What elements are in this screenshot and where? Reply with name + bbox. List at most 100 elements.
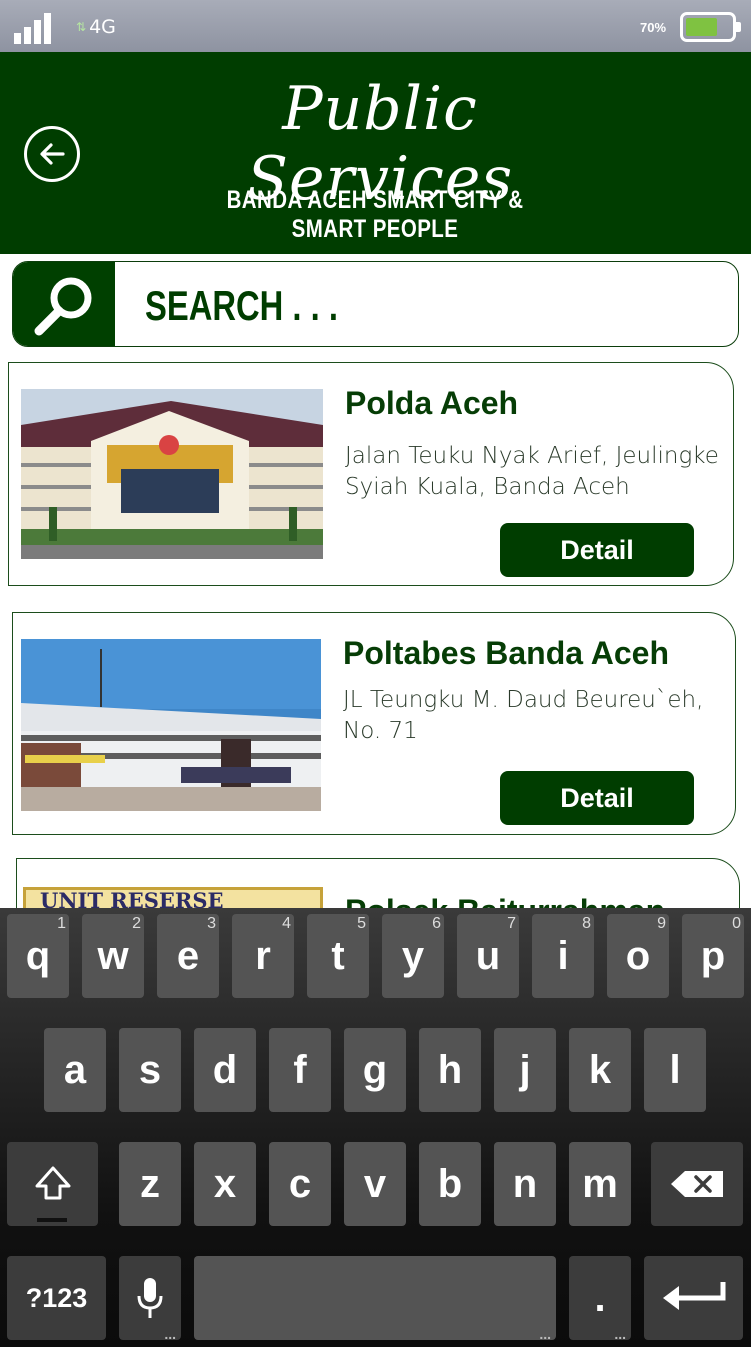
key-h[interactable]: h bbox=[419, 1028, 481, 1112]
signal-icon bbox=[14, 12, 54, 44]
back-button[interactable] bbox=[24, 126, 80, 182]
key-hint: 0 bbox=[732, 915, 741, 932]
key-v[interactable]: v bbox=[344, 1142, 406, 1226]
key-label: i bbox=[557, 933, 569, 978]
key-label: j bbox=[519, 1047, 531, 1092]
service-name: Poltabes Banda Aceh bbox=[343, 635, 670, 671]
key-x[interactable]: x bbox=[194, 1142, 256, 1226]
key-z[interactable]: z bbox=[119, 1142, 181, 1226]
backspace-key[interactable] bbox=[651, 1142, 743, 1226]
key-label: d bbox=[212, 1047, 238, 1092]
period-key[interactable]: .... bbox=[569, 1256, 631, 1341]
key-n[interactable]: n bbox=[494, 1142, 556, 1226]
battery-fill bbox=[686, 18, 717, 36]
key-hint: 9 bbox=[657, 915, 666, 932]
search-button[interactable] bbox=[13, 262, 115, 346]
spacebar-key[interactable]: ... bbox=[194, 1256, 556, 1341]
key-label: f bbox=[293, 1047, 307, 1092]
key-label: u bbox=[475, 933, 501, 978]
shift-arrow-icon bbox=[35, 1166, 70, 1200]
key-label: w bbox=[97, 933, 129, 978]
key-hint: 6 bbox=[432, 915, 441, 932]
key-label: s bbox=[138, 1047, 162, 1092]
key-o[interactable]: o9 bbox=[607, 914, 669, 998]
symbols-key[interactable]: ?123 bbox=[7, 1256, 106, 1340]
key-m[interactable]: m bbox=[569, 1142, 631, 1226]
service-card[interactable]: Poltabes Banda Aceh JL Teungku M. Daud B… bbox=[12, 612, 736, 835]
key-d[interactable]: d bbox=[194, 1028, 256, 1112]
status-bar: ⇅ 4G 70% bbox=[0, 0, 751, 52]
key-label: h bbox=[437, 1047, 463, 1092]
app-header: Public Services BANDA ACEH SMART CITY & … bbox=[0, 52, 751, 254]
key-hint: 7 bbox=[507, 915, 516, 932]
key-a[interactable]: a bbox=[44, 1028, 106, 1112]
key-label: z bbox=[140, 1161, 160, 1206]
key-u[interactable]: u7 bbox=[457, 914, 519, 998]
key-hint: 8 bbox=[582, 915, 591, 932]
key-p[interactable]: p0 bbox=[682, 914, 744, 998]
key-s[interactable]: s bbox=[119, 1028, 181, 1112]
microphone-icon bbox=[137, 1278, 163, 1318]
period-label: . bbox=[594, 1275, 606, 1320]
key-hint: 2 bbox=[132, 915, 141, 932]
network-type: 4G bbox=[89, 16, 116, 38]
service-address: JL Teungku M. Daud Beureu`eh, No. 71 bbox=[343, 687, 704, 744]
service-card[interactable]: Polda Aceh Jalan Teuku Nyak Arief, Jeuli… bbox=[8, 362, 734, 586]
mic-key[interactable]: ... bbox=[119, 1256, 181, 1341]
key-l[interactable]: l bbox=[644, 1028, 706, 1112]
key-label: b bbox=[437, 1161, 463, 1206]
key-label: t bbox=[331, 933, 345, 978]
key-hint: 3 bbox=[207, 915, 216, 932]
detail-button[interactable]: Detail bbox=[500, 771, 694, 825]
key-k[interactable]: k bbox=[569, 1028, 631, 1112]
key-e[interactable]: e3 bbox=[157, 914, 219, 998]
key-label: n bbox=[512, 1161, 538, 1206]
backspace-icon bbox=[671, 1171, 723, 1197]
key-r[interactable]: r4 bbox=[232, 914, 294, 998]
key-y[interactable]: y6 bbox=[382, 914, 444, 998]
key-label: p bbox=[700, 933, 726, 978]
search-icon bbox=[34, 277, 92, 336]
key-label: l bbox=[669, 1047, 681, 1092]
key-label: v bbox=[363, 1161, 387, 1206]
key-hint: 1 bbox=[57, 915, 66, 932]
key-i[interactable]: i8 bbox=[532, 914, 594, 998]
shift-key[interactable] bbox=[7, 1142, 98, 1226]
key-g[interactable]: g bbox=[344, 1028, 406, 1112]
key-label: m bbox=[582, 1161, 618, 1206]
key-b[interactable]: b bbox=[419, 1142, 481, 1226]
data-arrows-icon: ⇅ bbox=[76, 20, 87, 34]
key-q[interactable]: q1 bbox=[7, 914, 69, 998]
service-name: Polda Aceh bbox=[345, 385, 519, 421]
key-label: r bbox=[255, 933, 271, 978]
key-label: y bbox=[401, 933, 425, 978]
on-screen-keyboard: ?123 ... ... .... q1w2e3r4t5y6u7i8o9p0as… bbox=[0, 908, 751, 1347]
battery-percent: 70% bbox=[640, 20, 667, 35]
key-w[interactable]: w2 bbox=[82, 914, 144, 998]
key-label: e bbox=[176, 933, 200, 978]
detail-button[interactable]: Detail bbox=[500, 523, 694, 577]
key-hint: 4 bbox=[282, 915, 291, 932]
building-photo bbox=[21, 389, 323, 559]
enter-arrow-icon bbox=[662, 1282, 725, 1310]
network-indicator: ⇅ 4G bbox=[76, 16, 116, 38]
arrow-left-icon bbox=[40, 143, 65, 165]
key-hint: 5 bbox=[357, 915, 366, 932]
key-label: x bbox=[213, 1161, 237, 1206]
key-label: g bbox=[362, 1047, 388, 1092]
key-label: c bbox=[288, 1161, 312, 1206]
search-input[interactable] bbox=[145, 278, 582, 334]
key-t[interactable]: t5 bbox=[307, 914, 369, 998]
key-label: q bbox=[25, 933, 51, 978]
key-f[interactable]: f bbox=[269, 1028, 331, 1112]
key-label: o bbox=[625, 933, 651, 978]
key-j[interactable]: j bbox=[494, 1028, 556, 1112]
building-photo bbox=[21, 639, 321, 811]
page-subtitle: BANDA ACEH SMART CITY & SMART PEOPLE bbox=[226, 186, 524, 243]
key-label: a bbox=[63, 1047, 87, 1092]
key-c[interactable]: c bbox=[269, 1142, 331, 1226]
shift-indicator bbox=[37, 1218, 67, 1222]
battery-icon bbox=[680, 12, 741, 42]
enter-key[interactable] bbox=[644, 1256, 743, 1340]
key-label: k bbox=[588, 1047, 612, 1092]
